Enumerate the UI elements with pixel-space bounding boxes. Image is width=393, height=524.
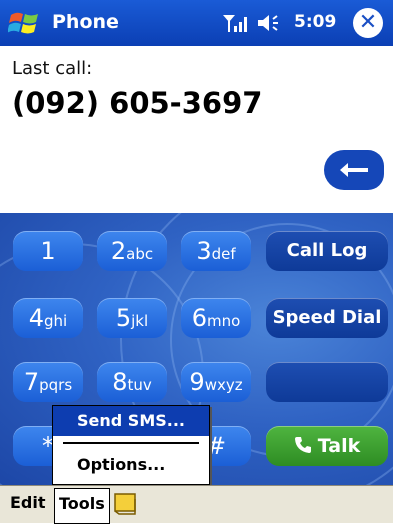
key-letters: def bbox=[211, 245, 236, 263]
talk-label: Talk bbox=[317, 435, 361, 457]
speed-dial-button[interactable]: Speed Dial bbox=[266, 298, 388, 338]
backspace-arrow-icon bbox=[340, 163, 368, 177]
key-7[interactable]: 7pqrs bbox=[13, 362, 83, 402]
key-digit: 5 bbox=[115, 304, 132, 332]
key-digit: 4 bbox=[28, 304, 45, 332]
key-letters: abc bbox=[126, 245, 154, 263]
options-label: Options... bbox=[77, 455, 166, 474]
key-digit: 1 bbox=[40, 237, 56, 265]
app-title: Phone bbox=[52, 11, 119, 33]
edit-menu-button[interactable]: Edit bbox=[10, 493, 46, 512]
key-1[interactable]: 1 bbox=[13, 231, 83, 271]
send-sms-menu-item[interactable]: Send SMS... bbox=[53, 406, 209, 436]
talk-button[interactable]: Talk bbox=[266, 426, 388, 466]
key-letters: pqrs bbox=[39, 376, 73, 394]
key-digit: 2 bbox=[110, 237, 127, 265]
last-call-number: (092) 605-3697 bbox=[12, 86, 263, 120]
key-5[interactable]: 5jkl bbox=[97, 298, 167, 338]
key-2[interactable]: 2abc bbox=[97, 231, 167, 271]
phone-handset-icon bbox=[294, 437, 311, 453]
key-digit: 7 bbox=[23, 368, 40, 396]
key-digit: 8 bbox=[112, 368, 128, 396]
close-icon[interactable]: ✕ bbox=[353, 8, 383, 38]
key-letters: mno bbox=[206, 312, 241, 330]
last-call-label: Last call: bbox=[12, 58, 93, 79]
key-letters: ghi bbox=[44, 312, 68, 330]
send-sms-label: Send SMS... bbox=[77, 411, 185, 430]
blank-key[interactable] bbox=[266, 362, 388, 402]
key-6[interactable]: 6mno bbox=[181, 298, 251, 338]
key-letters: tuv bbox=[127, 376, 152, 394]
menu-bar: Edit Tools bbox=[0, 485, 393, 524]
call-log-button[interactable]: Call Log bbox=[266, 231, 388, 271]
key-3[interactable]: 3def bbox=[181, 231, 251, 271]
options-menu-item[interactable]: Options... bbox=[53, 450, 209, 480]
signal-strength-icon[interactable] bbox=[222, 13, 250, 33]
windows-flag-icon[interactable] bbox=[8, 9, 42, 37]
key-letters: wxyz bbox=[204, 376, 243, 394]
key-digit: 9 bbox=[189, 368, 205, 396]
keyboard-icon[interactable] bbox=[114, 493, 136, 515]
backspace-button[interactable] bbox=[324, 150, 384, 190]
key-digit: 3 bbox=[196, 237, 212, 265]
menu-separator bbox=[63, 442, 199, 444]
key-4[interactable]: 4ghi bbox=[13, 298, 83, 338]
key-letters: jkl bbox=[131, 312, 149, 330]
key-8[interactable]: 8tuv bbox=[97, 362, 167, 402]
tools-label: Tools bbox=[59, 494, 105, 513]
key-digit: 6 bbox=[191, 304, 207, 332]
tools-menu-button[interactable]: Tools bbox=[54, 488, 110, 524]
key-9[interactable]: 9wxyz bbox=[181, 362, 251, 402]
title-bar: Phone 5:09 ✕ bbox=[0, 0, 393, 46]
tools-menu: Send SMS... Options... bbox=[52, 405, 210, 485]
speaker-icon[interactable] bbox=[256, 13, 286, 33]
clock[interactable]: 5:09 bbox=[294, 12, 336, 32]
